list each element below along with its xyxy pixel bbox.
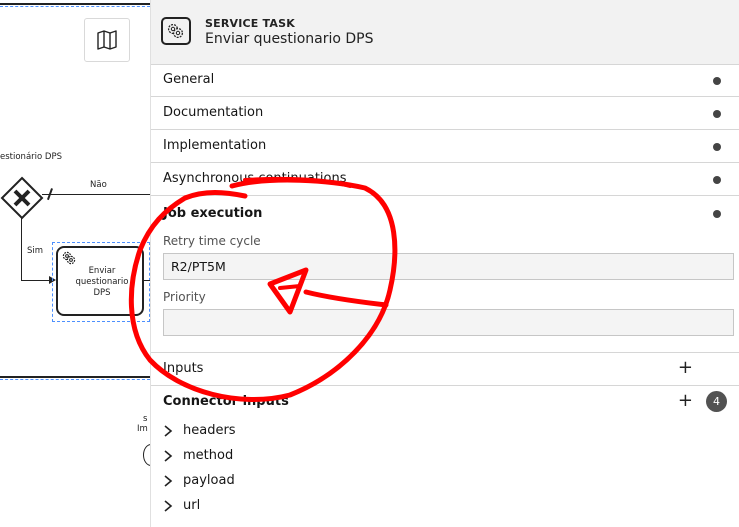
chevron-right-icon xyxy=(164,425,173,437)
partial-label-line-1: s xyxy=(143,414,148,424)
group-documentation-label: Documentation xyxy=(163,105,264,120)
connector-input-item[interactable]: payload xyxy=(163,471,363,493)
chevron-right-icon xyxy=(164,475,173,487)
connector-input-label: headers xyxy=(183,423,236,438)
group-implementation-label: Implementation xyxy=(163,138,267,153)
panel-header: SERVICE TASK Enviar questionario DPS xyxy=(151,0,739,65)
group-async-continuations[interactable]: Asynchronous continuations xyxy=(151,163,739,196)
group-inputs[interactable]: Inputs + xyxy=(151,353,739,386)
pool-border-top xyxy=(0,3,150,5)
flow-label-no: Não xyxy=(90,180,107,190)
connector-inputs-label: Connector inputs xyxy=(163,394,289,409)
add-input-button[interactable]: + xyxy=(678,359,693,377)
priority-input[interactable] xyxy=(163,309,734,336)
service-task-shape[interactable]: Enviar questionario DPS xyxy=(56,246,144,316)
group-general[interactable]: General xyxy=(151,64,739,97)
partial-element-label: s Im xyxy=(137,414,148,434)
retry-time-cycle-input[interactable]: R2/PT5M xyxy=(163,253,734,280)
group-connector-inputs[interactable]: Connector inputs + 4 xyxy=(151,386,739,419)
inputs-label: Inputs xyxy=(163,361,204,376)
data-marker-dot xyxy=(713,210,721,218)
connector-input-label: payload xyxy=(183,473,235,488)
exclusive-gateway[interactable] xyxy=(0,176,44,220)
retry-time-cycle-label: Retry time cycle xyxy=(163,234,261,248)
sequence-flow-no[interactable] xyxy=(42,194,150,195)
chevron-right-icon xyxy=(164,450,173,462)
group-documentation[interactable]: Documentation xyxy=(151,97,739,130)
connector-input-item[interactable]: method xyxy=(163,446,363,468)
connector-input-item[interactable]: headers xyxy=(163,421,363,443)
connector-inputs-count-badge: 4 xyxy=(706,391,727,412)
data-marker-dot xyxy=(713,110,721,118)
flow-label-sim: Sim xyxy=(27,246,44,256)
data-marker-dot xyxy=(713,143,721,151)
element-name-label: Enviar questionario DPS xyxy=(205,31,374,47)
group-async-label: Asynchronous continuations xyxy=(163,171,347,186)
sequence-flow-sim[interactable] xyxy=(21,218,22,281)
priority-label: Priority xyxy=(163,290,206,304)
map-icon xyxy=(97,30,117,50)
chevron-right-icon xyxy=(164,500,173,512)
selection-outline-bottom xyxy=(0,379,150,380)
pool-border-bottom xyxy=(0,376,150,378)
properties-panel: SERVICE TASK Enviar questionario DPS Gen… xyxy=(150,0,739,527)
group-job-execution: Job execution Retry time cycle R2/PT5M P… xyxy=(151,196,739,353)
bpmn-canvas[interactable]: estionário DPS Não Sim Enviar questionar… xyxy=(0,0,150,527)
task-name-label: Enviar questionario DPS xyxy=(75,266,129,298)
group-general-label: General xyxy=(163,72,215,87)
add-connector-input-button[interactable]: + xyxy=(678,392,693,410)
gateway-label: estionário DPS xyxy=(0,152,62,162)
data-marker-dot xyxy=(713,77,721,85)
partial-event-shape[interactable] xyxy=(143,444,150,466)
service-task-icon xyxy=(161,17,191,45)
group-implementation[interactable]: Implementation xyxy=(151,130,739,163)
connector-input-label: url xyxy=(183,498,201,513)
partial-label-line-2: Im xyxy=(137,424,148,434)
gear-icon xyxy=(62,251,76,265)
gear-icon xyxy=(167,23,184,39)
connector-input-label: method xyxy=(183,448,234,463)
element-type-label: SERVICE TASK xyxy=(205,17,295,30)
minimap-toggle-button[interactable] xyxy=(84,18,130,62)
data-marker-dot xyxy=(713,176,721,184)
job-execution-title[interactable]: Job execution xyxy=(163,206,262,221)
selection-outline-top xyxy=(0,6,150,7)
connector-input-item[interactable]: url xyxy=(163,496,363,518)
